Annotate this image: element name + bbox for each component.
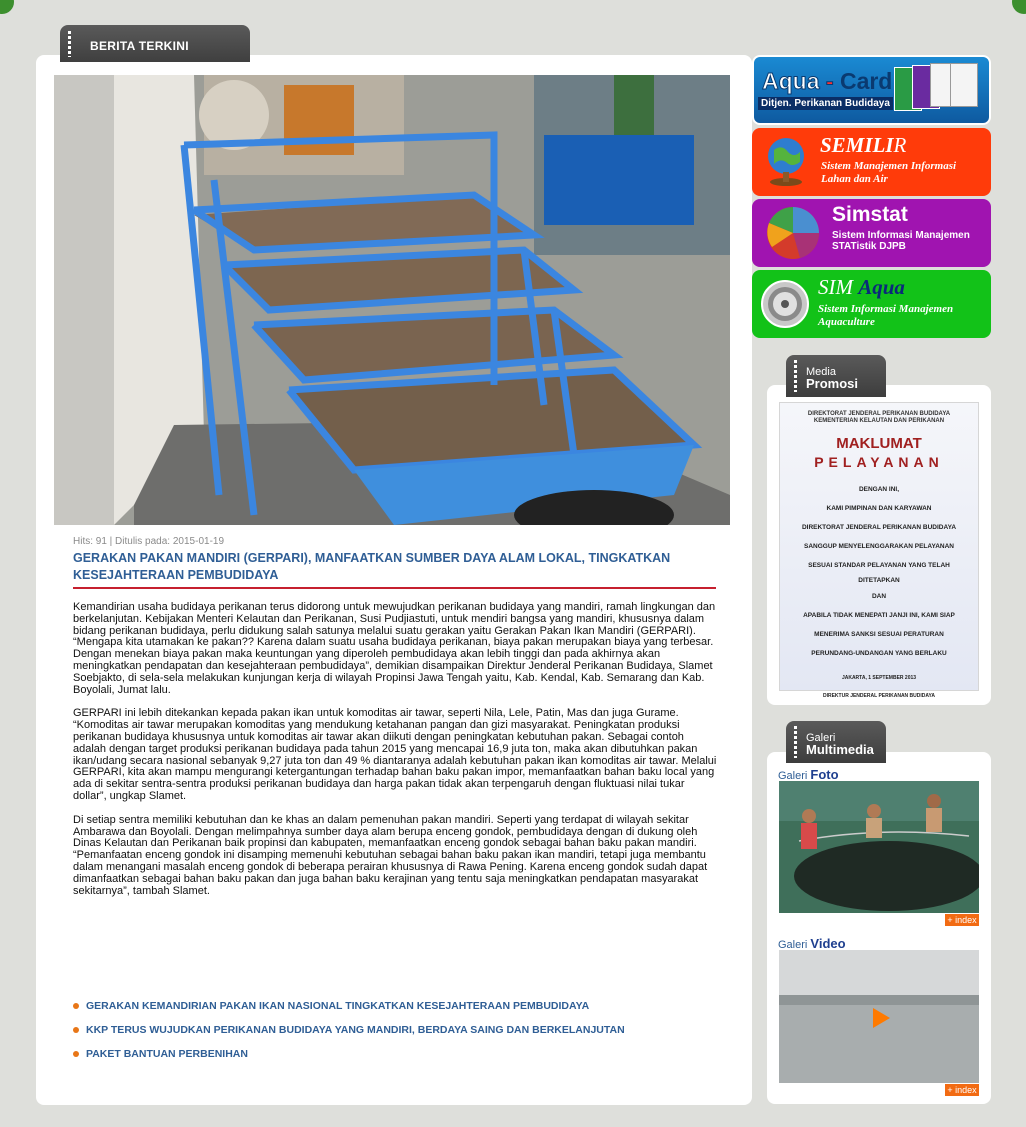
title-divider: [73, 587, 716, 589]
article-paragraph: GERPARI ini lebih ditekankan kepada paka…: [73, 707, 717, 802]
bullet-icon: [73, 1003, 79, 1009]
card-images-icon: [894, 63, 984, 119]
article-paragraph: Kemandirian usaha budidaya perikanan ter…: [73, 601, 716, 696]
related-article-link[interactable]: GERAKAN KEMANDIRIAN PAKAN IKAN NASIONAL …: [73, 1000, 743, 1024]
poster-line: KAMI PIMPINAN DAN KARYAWAN: [826, 505, 932, 512]
aqua-card-title-a: Aqua: [762, 68, 820, 95]
poster-header-1: DIREKTORAT JENDERAL PERIKANAN BUDIDAYA: [807, 411, 951, 417]
section-tab-media-promosi: Media Promosi: [786, 355, 886, 397]
sim-aqua-subtitle: Sistem Informasi Manajemen Aquaculture: [818, 303, 954, 328]
semilir-title-end: R: [893, 133, 907, 157]
related-article-link[interactable]: KKP TERUS WUJUDKAN PERIKANAN BUDIDAYA YA…: [73, 1024, 743, 1048]
aqua-card-dash: -: [825, 68, 834, 95]
semilir-title: SEMILI: [820, 133, 894, 157]
simstat-banner[interactable]: Simstat Sistem Informasi Manajemen STATi…: [752, 199, 991, 267]
tab-label-line2: Promosi: [806, 376, 859, 391]
aqua-card-subtitle: Ditjen. Perikanan Budidaya: [758, 97, 893, 110]
simstat-title: Simstat: [832, 203, 908, 226]
sim-aqua-title-b: Aqua: [858, 275, 905, 299]
foto-index-button[interactable]: + index: [945, 914, 979, 926]
corner-decoration-left: [0, 0, 14, 14]
poster-line: SESUAI STANDAR PELAYANAN YANG TELAH: [808, 562, 950, 569]
section-tab-berita-terkini: BERITA TERKINI: [60, 25, 250, 62]
poster-line: DENGAN INI,: [858, 486, 900, 493]
tab-label-line2: Multimedia: [806, 742, 874, 757]
article-meta: Hits: 91 | Ditulis pada: 2015-01-19: [73, 536, 225, 547]
poster-line: DIREKTORAT JENDERAL PERIKANAN BUDIDAYA: [801, 524, 957, 531]
article-paragraph: Di setiap sentra memiliki kebutuhan dan …: [73, 813, 708, 897]
gauge-icon: [761, 280, 809, 328]
galeri-video-image[interactable]: [779, 950, 979, 1083]
sim-aqua-title-a: SIM: [818, 275, 859, 299]
article-body: Kemandirian usaha budidaya perikanan ter…: [73, 601, 718, 909]
related-articles-list: GERAKAN KEMANDIRIAN PAKAN IKAN NASIONAL …: [73, 1000, 743, 1072]
poster-line: DAN: [871, 593, 887, 600]
poster-title: MAKLUMAT: [836, 435, 922, 452]
tab-dots-icon: [794, 726, 797, 758]
semilir-banner[interactable]: SEMILIR Sistem Manajemen Informasi Lahan…: [752, 128, 991, 196]
aqua-card-banner[interactable]: Aqua - Card Ditjen. Perikanan Budidaya: [752, 55, 991, 125]
galeri-video-label[interactable]: Galeri Video: [778, 936, 846, 951]
tab-dots-icon: [68, 31, 71, 57]
poster-subtitle: PELAYANAN: [814, 454, 944, 470]
poster-line: PERUNDANG-UNDANGAN YANG BERLAKU: [811, 650, 947, 657]
poster-header-2: KEMENTERIAN KELAUTAN DAN PERIKANAN: [813, 418, 945, 424]
galeri-foto-label[interactable]: Galeri Foto: [778, 767, 839, 782]
poster-line: MENERIMA SANKSI SESUAI PERATURAN: [814, 631, 944, 638]
poster-line: SANGGUP MENYELENGGARAKAN PELAYANAN: [803, 543, 954, 550]
globe-icon: [768, 138, 804, 186]
poster-date: JAKARTA, 1 SEPTEMBER 2013: [841, 675, 917, 681]
poster-line: APABILA TIDAK MENEPATI JANJI INI, KAMI S…: [803, 612, 955, 619]
article-title: GERAKAN PAKAN MANDIRI (GERPARI), MANFAAT…: [73, 551, 671, 582]
related-article-link[interactable]: PAKET BANTUAN PERBENIHAN: [73, 1048, 743, 1072]
section-tab-galeri-multimedia: Galeri Multimedia: [786, 721, 886, 763]
simstat-subtitle: Sistem Informasi Manajemen STATistik DJP…: [832, 230, 970, 252]
galeri-foto-image[interactable]: [779, 781, 979, 913]
article-hero-image[interactable]: [54, 75, 730, 525]
bullet-icon: [73, 1027, 79, 1033]
bullet-icon: [73, 1051, 79, 1057]
semilir-subtitle: Sistem Manajemen Informasi Lahan dan Air: [821, 160, 957, 185]
video-index-button[interactable]: + index: [945, 1084, 979, 1096]
section-title: BERITA TERKINI: [90, 39, 189, 53]
maklumat-pelayanan-poster[interactable]: DIREKTORAT JENDERAL PERIKANAN BUDIDAYA K…: [779, 402, 979, 699]
sim-aqua-banner[interactable]: SIM Aqua Sistem Informasi Manajemen Aqua…: [752, 270, 991, 338]
corner-decoration-right: [1012, 0, 1026, 14]
aqua-card-title-b: Card: [839, 68, 893, 94]
poster-signature: DIREKTUR JENDERAL PERIKANAN BUDIDAYA: [822, 693, 936, 699]
tab-dots-icon: [794, 360, 797, 392]
poster-line: DITETAPKAN: [858, 577, 900, 584]
pie-chart-icon: [767, 207, 819, 259]
